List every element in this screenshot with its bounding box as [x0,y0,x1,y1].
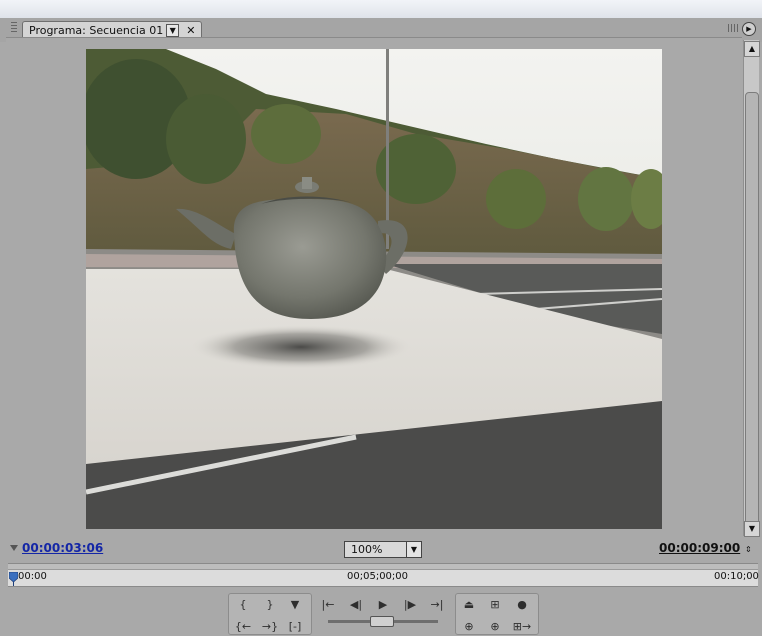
chevron-down-icon[interactable]: ▼ [406,542,421,557]
trim-out-icon[interactable]: →} [260,618,280,636]
ruler-zoom-bar[interactable] [8,564,758,570]
jog-slider-knob[interactable] [370,616,394,627]
step-back-icon[interactable]: ◀| [346,596,366,614]
go-to-in-icon[interactable]: |← [318,596,338,614]
expand-icon[interactable]: ⇕ [745,545,752,554]
scroll-thumb[interactable] [745,92,759,526]
play-icon[interactable]: ▶ [373,596,393,614]
vertical-scrollbar[interactable]: ▲ ▼ [743,40,760,537]
go-to-out-icon[interactable]: →| [427,596,447,614]
edit-controls-group: ⏏ ⊞ ● ⊕ ⊕ ⊞→ [455,593,539,635]
time-ruler[interactable]: 00:00 00;05;00;00 00:10;00 [8,563,759,587]
video-image [86,49,662,529]
extract-icon[interactable]: ⊞ [485,596,505,614]
marker-arrow-icon [10,545,18,551]
set-marker-icon[interactable]: ▼ [285,596,305,614]
export-frame-icon[interactable]: ● [512,596,532,614]
grip-icon[interactable] [11,22,17,34]
trim-in-icon[interactable]: {← [233,618,253,636]
overlay-icon[interactable]: ⊕ [459,618,479,636]
tab-label: Programa: Secuencia 01 [29,24,164,37]
insert-icon[interactable]: ⊕ [485,618,505,636]
scroll-down-icon[interactable]: ▼ [744,521,760,537]
top-window-strip [0,0,762,19]
ruler-label-middle: 00;05;00;00 [347,571,409,582]
clear-icon[interactable]: [-] [285,618,305,636]
safe-margins-icon[interactable]: ⊞→ [512,618,532,636]
marker-controls-group: { } ▼ {← →} [-] [228,593,312,635]
close-icon[interactable]: ✕ [186,24,195,37]
ruler-label-end: 00:10;00 [714,571,759,582]
step-forward-icon[interactable]: |▶ [400,596,420,614]
current-timecode[interactable]: 00:00:03:06 [22,541,103,555]
lift-icon[interactable]: ⏏ [459,596,479,614]
scroll-up-icon[interactable]: ▲ [744,41,760,57]
mark-out-icon[interactable]: } [260,596,280,614]
duration-timecode[interactable]: 00:00:09:00 [659,541,740,555]
playhead-icon[interactable] [9,572,18,586]
mark-in-icon[interactable]: { [233,596,253,614]
panel-grip-icon[interactable] [728,24,740,32]
ruler-label-start: 00:00 [18,571,47,582]
zoom-value: 100% [351,543,383,556]
panel-menu-icon[interactable]: ▶ [742,22,756,36]
zoom-select[interactable]: 100% ▼ [344,541,422,558]
video-frame[interactable] [86,49,662,529]
chevron-down-icon[interactable]: ▼ [166,24,180,37]
